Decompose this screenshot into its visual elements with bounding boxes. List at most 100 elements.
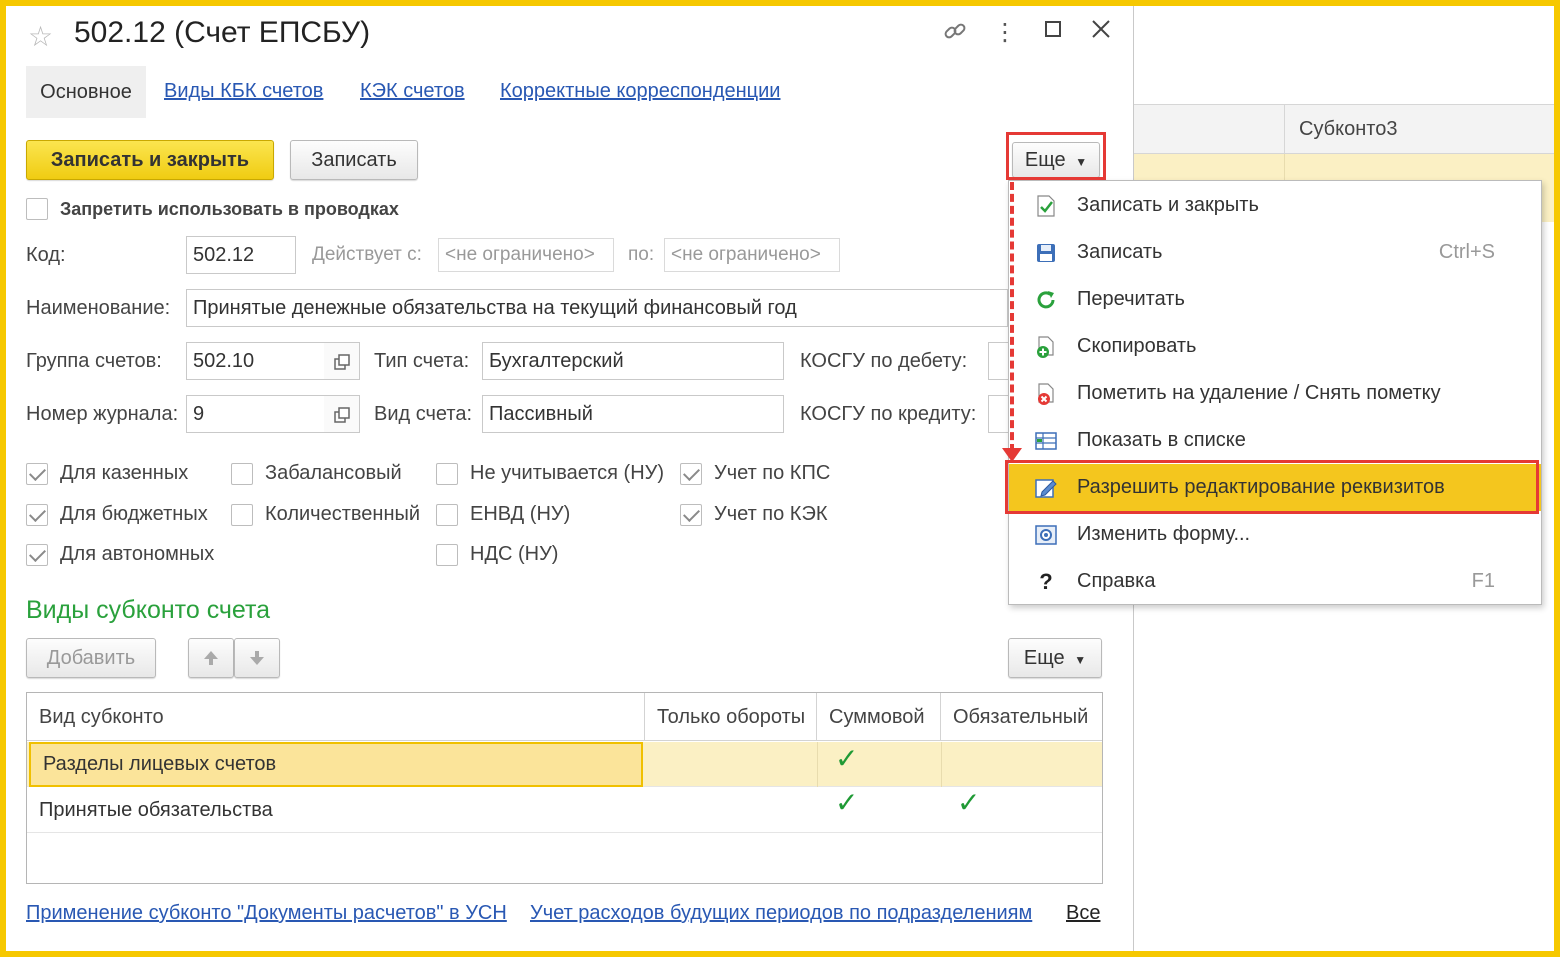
table-row[interactable]: Разделы лицевых счетов ✓ <box>27 742 1102 787</box>
checkbox-envd-nu[interactable]: ЕНВД (НУ) <box>436 503 570 526</box>
dropdown-arrow-icon: ▼ <box>1074 653 1087 667</box>
link-icon[interactable] <box>940 18 970 51</box>
open-icon <box>334 407 350 423</box>
background-table-header: Субконто3 <box>1134 104 1554 154</box>
forbid-postings-label: Запретить использовать в проводках <box>60 198 399 219</box>
kosgu-credit-field[interactable] <box>988 395 1010 433</box>
checkbox-box[interactable] <box>26 198 48 220</box>
checkbox-kek[interactable]: Учет по КЭК <box>680 503 828 526</box>
menu-item-show-in-list[interactable]: Показать в списке <box>1009 417 1541 464</box>
subconto-section-title: Виды субконто счета <box>26 596 271 624</box>
check-mark-icon: ✓ <box>835 787 859 818</box>
move-down-button[interactable] <box>234 638 280 678</box>
menu-item-label: Показать в списке <box>1077 429 1246 451</box>
move-up-button[interactable] <box>188 638 234 678</box>
check-mark-icon: ✓ <box>957 787 981 818</box>
footer-link-deferred[interactable]: Учет расходов будущих периодов по подраз… <box>530 902 1032 925</box>
journal-open-button[interactable] <box>324 395 360 433</box>
background-column-header[interactable]: Субконто3 <box>1284 105 1397 153</box>
window-title: 502.12 (Счет ЕПСБУ) <box>74 16 371 49</box>
column-header-turnover[interactable]: Только обороты <box>645 693 817 741</box>
subconto-more-button[interactable]: Еще ▼ <box>1008 638 1102 678</box>
checkbox-vat-nu[interactable]: НДС (НУ) <box>436 543 558 566</box>
group-open-button[interactable] <box>324 342 360 380</box>
show-list-icon <box>1033 428 1059 454</box>
kosgu-credit-label: КОСГУ по кредиту: <box>800 403 977 425</box>
delete-mark-icon <box>1033 381 1059 407</box>
tab-main[interactable]: Основное <box>26 66 146 118</box>
help-icon: ? <box>1039 568 1053 594</box>
more-actions-icon[interactable]: ⋮ <box>990 18 1020 47</box>
name-field[interactable]: Принятые денежные обязательства на текущ… <box>186 289 1008 327</box>
menu-item-change-form[interactable]: Изменить форму... <box>1009 511 1541 558</box>
menu-item-copy[interactable]: Скопировать <box>1009 323 1541 370</box>
forbid-postings-checkbox[interactable]: Запретить использовать в проводках <box>26 198 399 220</box>
footer-link-usn[interactable]: Применение субконто "Документы расчетов"… <box>26 902 507 925</box>
close-icon[interactable] <box>1086 18 1116 47</box>
check-mark-icon: ✓ <box>835 743 859 774</box>
checkbox-not-counted-nu[interactable]: Не учитывается (НУ) <box>436 462 664 485</box>
floppy-icon <box>1033 240 1059 266</box>
menu-item-save-close[interactable]: Записать и закрыть <box>1009 182 1541 229</box>
valid-from-label: Действует с: <box>312 244 422 265</box>
name-label: Наименование: <box>26 297 171 319</box>
copy-icon <box>1033 334 1059 360</box>
account-dialog: ☆ 502.12 (Счет ЕПСБУ) ⋮ Основное Виды КБ… <box>6 6 1134 951</box>
type-label: Тип счета: <box>374 350 470 372</box>
menu-item-save[interactable]: Записать Ctrl+S <box>1009 229 1541 276</box>
checkbox-quantitative[interactable]: Количественный <box>231 503 420 526</box>
menu-item-label: Скопировать <box>1077 335 1197 357</box>
checkbox-kazennye[interactable]: Для казенных <box>26 462 188 485</box>
menu-item-label: Записать <box>1077 241 1163 263</box>
kind-label: Вид счета: <box>374 403 473 425</box>
annotation-more-highlight <box>1006 132 1106 180</box>
tab-kbk[interactable]: Виды КБК счетов <box>164 80 323 103</box>
form-settings-icon <box>1033 522 1059 548</box>
type-field[interactable]: Бухгалтерский <box>482 342 784 380</box>
save-and-close-button[interactable]: Записать и закрыть <box>26 140 274 180</box>
favorite-star-icon[interactable]: ☆ <box>28 20 53 53</box>
tab-correspondences[interactable]: Корректные корреспонденции <box>500 80 780 103</box>
code-field[interactable]: 502.12 <box>186 236 296 274</box>
add-button[interactable]: Добавить <box>26 638 156 678</box>
group-label: Группа счетов: <box>26 350 162 372</box>
annotation-menu-item-highlight <box>1005 460 1539 514</box>
kosgu-debit-field[interactable] <box>988 342 1010 380</box>
maximize-icon[interactable] <box>1038 18 1068 46</box>
checkbox-offbalance[interactable]: Забалансовый <box>231 462 402 485</box>
checkbox-kps[interactable]: Учет по КПС <box>680 462 830 485</box>
checkbox-avtonomnye[interactable]: Для автономных <box>26 543 214 566</box>
checkbox-byudzhetnye[interactable]: Для бюджетных <box>26 503 208 526</box>
footer-link-all[interactable]: Все <box>1066 902 1100 925</box>
menu-item-label: Изменить форму... <box>1077 523 1251 545</box>
subconto-name-cell[interactable]: Принятые обязательства <box>27 788 645 833</box>
save-close-icon <box>1033 193 1059 219</box>
annotation-dashed-arrow <box>1010 182 1014 452</box>
column-header-sum[interactable]: Суммовой <box>817 693 941 741</box>
menu-item-label: Записать и закрыть <box>1077 194 1259 216</box>
subconto-name-cell[interactable]: Разделы лицевых счетов <box>29 742 643 787</box>
tab-kek[interactable]: КЭК счетов <box>360 80 465 103</box>
menu-item-label: Перечитать <box>1077 288 1185 310</box>
group-field[interactable]: 502.10 <box>186 342 326 380</box>
save-button[interactable]: Записать <box>290 140 418 180</box>
menu-item-mark-delete[interactable]: Пометить на удаление / Снять пометку <box>1009 370 1541 417</box>
menu-item-reread[interactable]: Перечитать <box>1009 276 1541 323</box>
kosgu-debit-label: КОСГУ по дебету: <box>800 350 968 372</box>
open-icon <box>334 354 350 370</box>
journal-label: Номер журнала: <box>26 403 179 425</box>
column-header-kind[interactable]: Вид субконто <box>27 693 645 741</box>
valid-to-field[interactable]: <не ограничено> <box>664 238 840 272</box>
valid-from-field[interactable]: <не ограничено> <box>438 238 614 272</box>
table-row[interactable]: Принятые обязательства ✓ ✓ <box>27 787 1102 833</box>
column-header-required[interactable]: Обязательный <box>941 693 1102 741</box>
subconto-more-label: Еще <box>1023 647 1065 669</box>
menu-item-shortcut: F1 <box>1471 570 1495 592</box>
menu-item-help[interactable]: ? Справка F1 <box>1009 558 1541 605</box>
more-dropdown-menu: Записать и закрыть Записать Ctrl+S Переч… <box>1008 180 1542 605</box>
valid-to-label: по: <box>628 244 655 265</box>
arrow-down-icon <box>250 651 264 665</box>
journal-field[interactable]: 9 <box>186 395 326 433</box>
code-label: Код: <box>26 244 66 266</box>
kind-field[interactable]: Пассивный <box>482 395 784 433</box>
